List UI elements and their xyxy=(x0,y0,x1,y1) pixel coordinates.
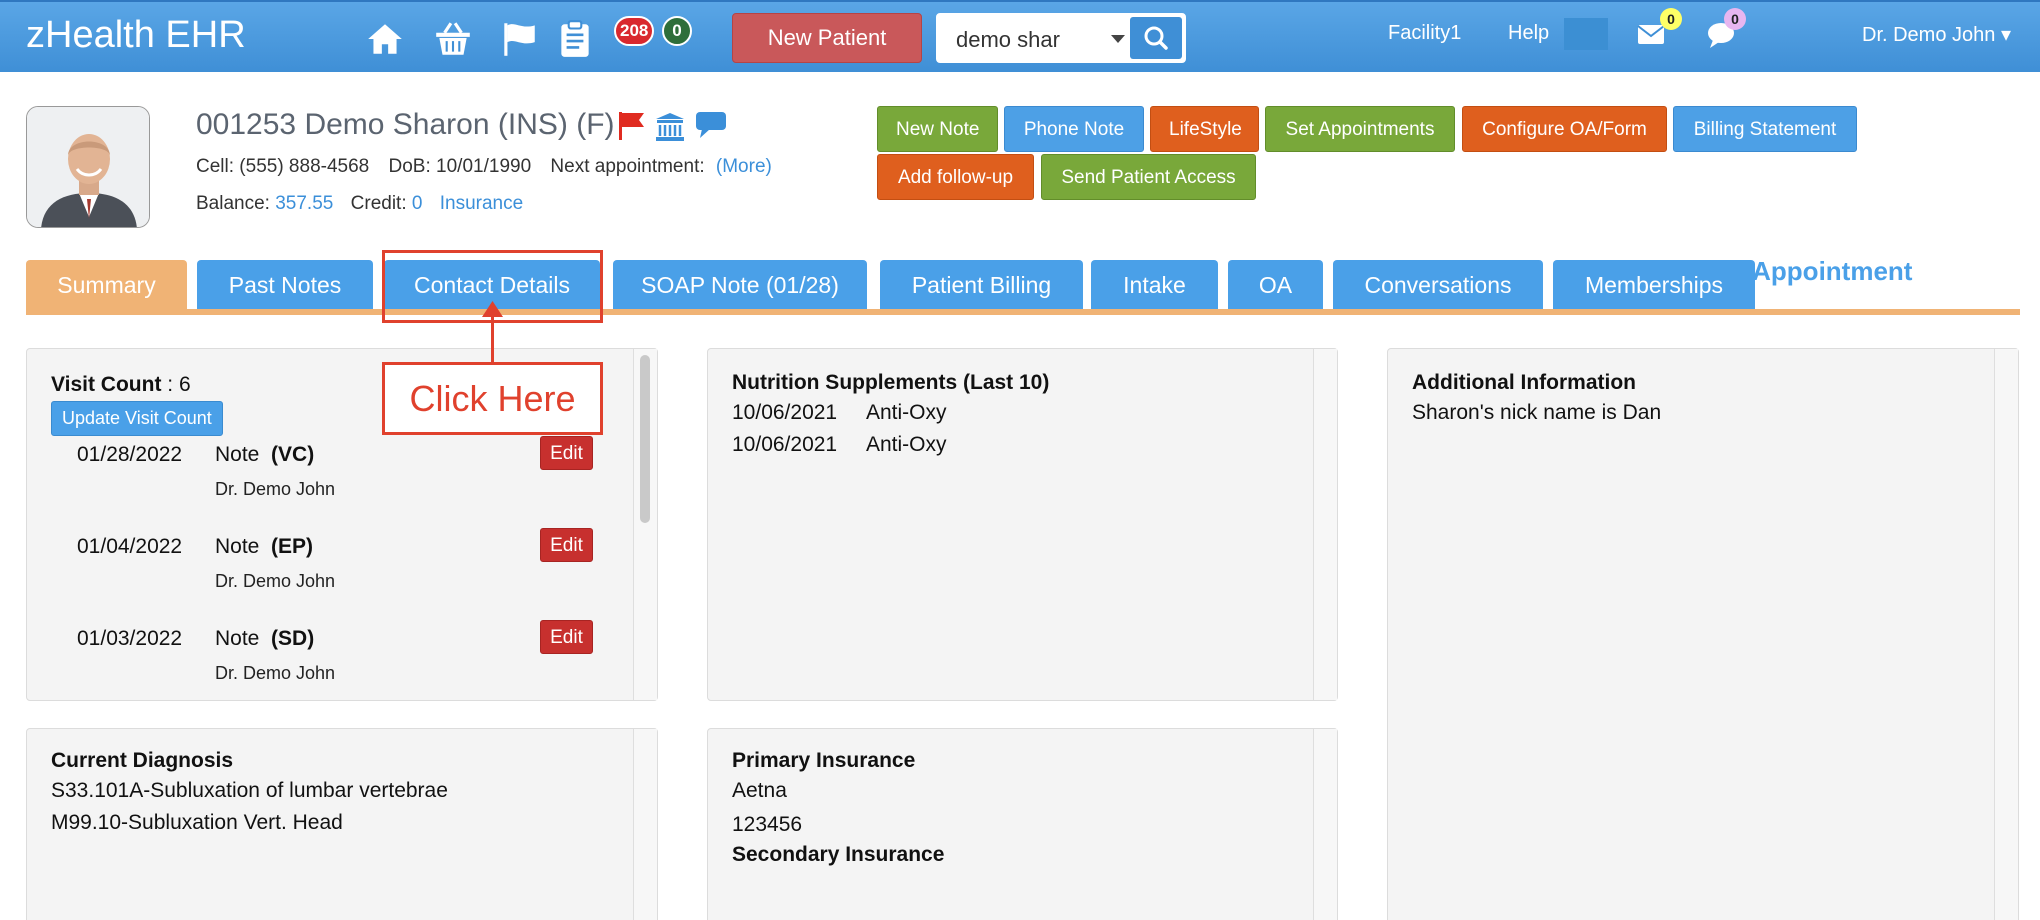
visit-doctor: Dr. Demo John xyxy=(215,663,336,683)
edit-visit-button[interactable]: Edit xyxy=(540,436,593,470)
send-patient-access-button[interactable]: Send Patient Access xyxy=(1041,154,1256,200)
facility-selector[interactable]: Facility1 xyxy=(1388,22,1461,45)
phone-note-button[interactable]: Phone Note xyxy=(1004,106,1144,152)
scrollbar[interactable] xyxy=(1313,349,1337,700)
building-icon[interactable] xyxy=(654,112,686,142)
update-visit-count-button[interactable]: Update Visit Count xyxy=(51,401,223,436)
balance-label: Balance: xyxy=(196,193,270,214)
tab-conversations[interactable]: Conversations xyxy=(1333,260,1543,310)
top-navbar: zHealth EHR 208 0 New Patient demo shar … xyxy=(0,0,2040,72)
supplement-date: 10/06/2021 xyxy=(732,433,838,456)
user-menu[interactable]: Dr. Demo John ▾ xyxy=(1862,22,2011,47)
scrollbar[interactable] xyxy=(1313,729,1337,920)
insurance-panel: Primary Insurance Aetna 123456 Secondary… xyxy=(707,728,1338,920)
search-input[interactable]: demo shar xyxy=(956,27,1066,53)
visit-doctor: Dr. Demo John xyxy=(215,571,336,591)
scrollbar[interactable] xyxy=(633,729,657,920)
visit-note-type[interactable]: Note (EP) xyxy=(215,535,313,559)
mail-count-badge: 0 xyxy=(1660,8,1682,30)
primary-insurance-name: Aetna xyxy=(732,779,787,802)
arrow-up-icon xyxy=(482,301,503,317)
tab-past-notes[interactable]: Past Notes xyxy=(197,260,373,310)
additional-info-text: Sharon's nick name is Dan xyxy=(1412,401,1662,424)
next-appointment-label: Next appointment: xyxy=(550,156,705,177)
visit-date: 01/03/2022 xyxy=(77,627,183,650)
visit-doctor: Dr. Demo John xyxy=(215,479,336,499)
lifestyle-button[interactable]: LifeStyle xyxy=(1150,106,1259,152)
cell-value: (555) 888-4568 xyxy=(239,156,370,177)
patient-name: 001253 Demo Sharon (INS) (F) xyxy=(196,108,615,141)
balance-value[interactable]: 357.55 xyxy=(275,193,333,214)
tab-underline xyxy=(26,309,2020,315)
diagnosis-item: S33.101A-Subluxation of lumbar vertebrae xyxy=(51,779,448,802)
new-note-button[interactable]: New Note xyxy=(877,106,998,152)
primary-insurance-title: Primary Insurance xyxy=(732,749,916,772)
home-icon[interactable] xyxy=(364,18,406,60)
help-link[interactable]: Help xyxy=(1508,22,1549,45)
more-link[interactable]: (More) xyxy=(716,156,772,177)
chat-count-badge: 0 xyxy=(1724,8,1746,30)
primary-insurance-id: 123456 xyxy=(732,813,803,836)
billing-statement-button[interactable]: Billing Statement xyxy=(1673,106,1857,152)
supplements-title: Nutrition Supplements (Last 10) xyxy=(732,371,1050,394)
secondary-insurance-title: Secondary Insurance xyxy=(732,843,945,866)
app-brand[interactable]: zHealth EHR xyxy=(26,14,246,57)
patient-balance-row: Balance: 357.55 Credit: 0 Insurance xyxy=(196,193,523,215)
search-button[interactable] xyxy=(1130,17,1182,59)
flag-icon[interactable] xyxy=(616,110,646,142)
scrollbar-thumb[interactable] xyxy=(640,355,650,523)
visit-date: 01/28/2022 xyxy=(77,443,183,466)
credit-label: Credit: xyxy=(350,193,407,214)
dob-value: 10/01/1990 xyxy=(436,156,532,177)
clipboard-icon[interactable] xyxy=(554,18,596,60)
add-follow-up-button[interactable]: Add follow-up xyxy=(877,154,1034,200)
patient-search-box[interactable]: demo shar xyxy=(936,13,1186,63)
patient-contact-row: Cell: (555) 888-4568 DoB: 10/01/1990 Nex… xyxy=(196,156,772,178)
patient-avatar xyxy=(26,106,150,228)
diagnosis-title: Current Diagnosis xyxy=(51,749,234,772)
appointment-tab-partial[interactable]: d Appointment xyxy=(1730,256,1912,287)
additional-information-panel: Additional Information Sharon's nick nam… xyxy=(1387,348,2019,920)
visit-note-type[interactable]: Note (SD) xyxy=(215,627,314,651)
flag-icon[interactable] xyxy=(498,18,540,60)
supplement-name: Anti-Oxy xyxy=(866,401,947,424)
comment-icon[interactable] xyxy=(694,110,728,140)
set-appointments-button[interactable]: Set Appointments xyxy=(1265,106,1455,152)
tab-memberships[interactable]: Memberships xyxy=(1553,260,1755,310)
tab-soap-note[interactable]: SOAP Note (01/28) xyxy=(613,260,867,310)
avatar xyxy=(27,107,149,227)
insurance-link[interactable]: Insurance xyxy=(440,193,523,214)
tab-patient-billing[interactable]: Patient Billing xyxy=(880,260,1083,310)
dob-label: DoB: xyxy=(388,156,431,177)
supplement-name: Anti-Oxy xyxy=(866,433,947,456)
visit-note-type[interactable]: Note (VC) xyxy=(215,443,314,467)
tab-oa[interactable]: OA xyxy=(1228,260,1323,310)
visit-date: 01/04/2022 xyxy=(77,535,183,558)
configure-oa-form-button[interactable]: Configure OA/Form xyxy=(1462,106,1667,152)
diagnosis-item: M99.10-Subluxation Vert. Head xyxy=(51,811,343,834)
scrollbar[interactable] xyxy=(633,349,657,700)
visit-count-value: : 6 xyxy=(161,373,191,396)
credit-value[interactable]: 0 xyxy=(412,193,423,214)
basket-icon[interactable] xyxy=(432,18,474,60)
supplement-date: 10/06/2021 xyxy=(732,401,838,424)
visit-count-label: Visit Count : 6 xyxy=(51,373,191,396)
tasks-badge[interactable]: 0 xyxy=(662,16,692,46)
edit-visit-button[interactable]: Edit xyxy=(540,528,593,562)
additional-info-title: Additional Information xyxy=(1412,371,1636,394)
tab-summary[interactable]: Summary xyxy=(26,260,187,310)
scrollbar[interactable] xyxy=(1994,349,2018,920)
tab-intake[interactable]: Intake xyxy=(1091,260,1218,310)
color-swatch[interactable] xyxy=(1564,18,1608,50)
cell-label: Cell: xyxy=(196,156,235,177)
search-icon xyxy=(1144,26,1168,50)
edit-visit-button[interactable]: Edit xyxy=(540,620,593,654)
callout-arrow xyxy=(491,312,494,364)
current-diagnosis-panel: Current Diagnosis S33.101A-Subluxation o… xyxy=(26,728,658,920)
alerts-badge[interactable]: 208 xyxy=(614,16,655,46)
click-here-callout: Click Here xyxy=(382,362,603,435)
nutrition-supplements-panel: Nutrition Supplements (Last 10) 10/06/20… xyxy=(707,348,1338,701)
new-patient-button[interactable]: New Patient xyxy=(732,13,922,63)
